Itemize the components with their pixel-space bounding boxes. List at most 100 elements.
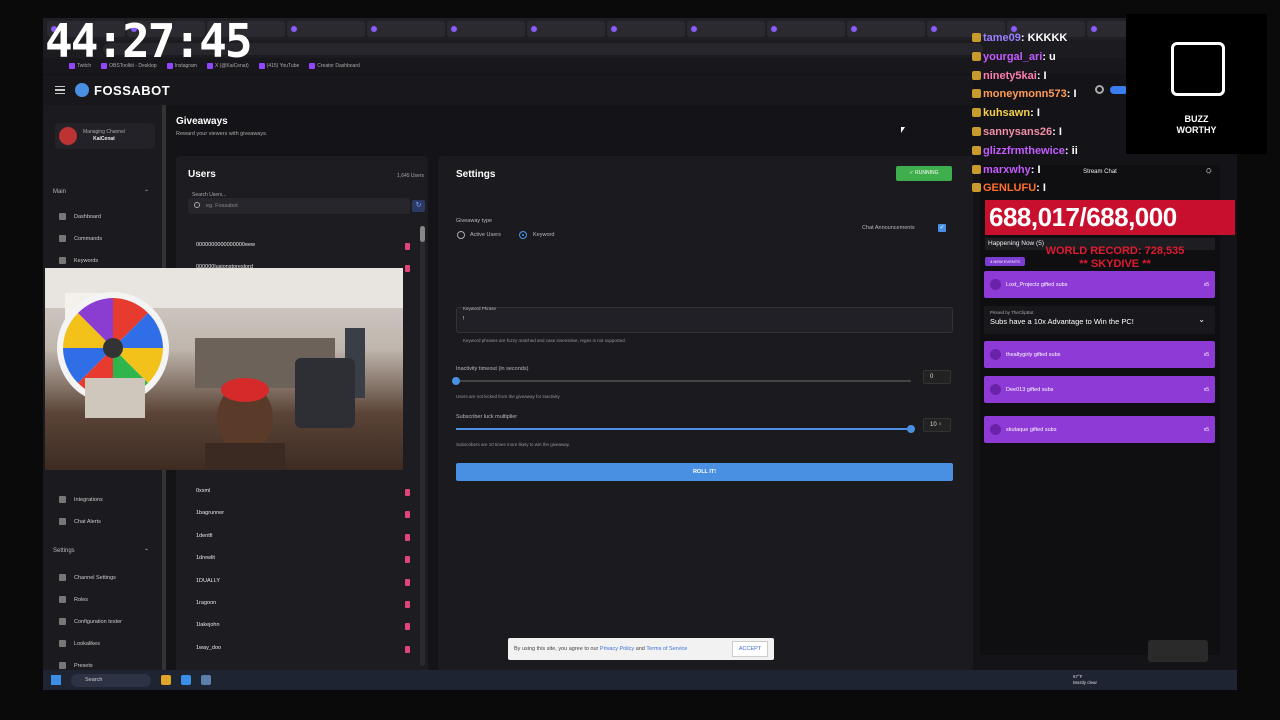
inactivity-slider-knob[interactable]: [452, 377, 460, 385]
chevron-up-icon: ⌃: [143, 190, 149, 196]
refresh-button[interactable]: ↻: [412, 200, 425, 212]
inactivity-slider[interactable]: [452, 377, 911, 385]
radio-active-users[interactable]: [457, 231, 465, 239]
chat-text: I: [1037, 163, 1041, 176]
chat-username[interactable]: tame09: [983, 32, 1021, 44]
sidebar-item-chat-alerts[interactable]: Chat Alerts: [59, 518, 101, 525]
gift-notification[interactable]: Dee013 gifted subs x5: [984, 376, 1215, 403]
luck-input[interactable]: 10 ×: [923, 418, 951, 432]
taskbar-search[interactable]: Search: [71, 673, 151, 687]
user-row[interactable]: 1dentfi: [196, 533, 416, 545]
chat-username[interactable]: marxwhy: [983, 164, 1031, 176]
user-row[interactable]: 1bagrunner: [196, 510, 416, 522]
chat-announcements-checkbox[interactable]: ✓: [938, 224, 946, 232]
chrome-icon[interactable]: [181, 675, 191, 685]
user-row[interactable]: 1way_doo: [196, 645, 416, 657]
sidebar-item-label: Keywords: [74, 257, 99, 264]
user-list-icon[interactable]: ⛭: [1206, 168, 1212, 176]
sidebar-item-configuration-tester[interactable]: Configuration tester: [59, 618, 122, 625]
delete-icon[interactable]: [405, 578, 410, 586]
fossabot-logo[interactable]: FOSSABOT: [75, 83, 170, 98]
world-record-line2: ** SKYDIVE **: [1079, 258, 1151, 270]
browser-tab[interactable]: [687, 21, 765, 37]
user-row[interactable]: 1drewlit: [196, 555, 416, 567]
weather-widget[interactable]: 67°F Mostly clear: [1073, 674, 1097, 686]
sidebar-item-dashboard[interactable]: Dashboard: [59, 213, 101, 220]
app-header: FOSSABOT: [43, 75, 973, 105]
browser-tab[interactable]: [527, 21, 605, 37]
delete-icon[interactable]: [405, 243, 410, 250]
tab-favicon-icon: [931, 26, 937, 32]
windows-start-icon[interactable]: [51, 675, 61, 685]
sidebar-item-channel-settings[interactable]: Channel Settings: [59, 574, 116, 581]
chat-text: u: [1049, 50, 1056, 63]
terms-link[interactable]: Terms of Service: [646, 646, 687, 652]
user-name: 0xxml: [196, 488, 211, 494]
delete-icon[interactable]: [405, 601, 410, 608]
user-row[interactable]: 1lakejohn: [196, 622, 416, 634]
search-input[interactable]: eg. Fossabot: [188, 198, 410, 214]
chat-username[interactable]: GENLUFU: [983, 182, 1036, 194]
luck-slider[interactable]: [456, 425, 915, 433]
delete-icon[interactable]: [405, 511, 410, 519]
user-row[interactable]: 1DUALLY: [196, 578, 416, 590]
browser-tab[interactable]: [447, 21, 525, 37]
status-label: RUNNING: [915, 170, 939, 176]
delete-icon[interactable]: [405, 533, 410, 541]
chat-username[interactable]: glizzfrmthewice: [983, 145, 1065, 157]
file-explorer-icon[interactable]: [161, 675, 171, 685]
browser-tab[interactable]: [847, 21, 925, 37]
chat-username[interactable]: ninety5kai: [983, 70, 1037, 82]
accept-button[interactable]: ACCEPT: [732, 641, 768, 657]
bookmark-item[interactable]: (415) YouTube: [258, 63, 299, 69]
sidebar-item-presets[interactable]: Presets: [59, 662, 93, 669]
bookmark-item[interactable]: Creator Dashboard: [309, 63, 360, 69]
luck-value: 10: [930, 422, 937, 428]
browser-tab[interactable]: [367, 21, 445, 37]
pinned-message[interactable]: Pinned by TheClipBot Subs have a 10x Adva…: [984, 306, 1215, 334]
gift-notification[interactable]: Lost_Projectz gifted subs x5: [984, 271, 1215, 298]
sidebar-item-integrations[interactable]: Integrations: [59, 496, 103, 503]
tab-favicon-icon: [291, 26, 297, 32]
app-icon[interactable]: [201, 675, 211, 685]
world-record: WORLD RECORD: 728,535 ** SKYDIVE **: [1020, 245, 1210, 271]
sidebar-item-keywords[interactable]: Keywords: [59, 257, 98, 264]
roll-button[interactable]: ROLL IT!: [456, 463, 953, 481]
delete-icon[interactable]: [405, 489, 410, 496]
settings-gear-icon[interactable]: [1095, 85, 1104, 94]
gift-count: x5: [1203, 281, 1209, 288]
gift-notification[interactable]: skutaque gifted subs x5: [984, 416, 1215, 443]
radio-keyword[interactable]: [519, 231, 527, 239]
clear-icon[interactable]: ×: [938, 422, 942, 428]
delete-icon[interactable]: [405, 556, 410, 564]
user-row[interactable]: 0000000000000000eew: [196, 242, 416, 254]
user-row[interactable]: 1ragoon: [196, 600, 416, 612]
browser-tab[interactable]: [287, 21, 365, 37]
delete-icon[interactable]: [405, 265, 410, 272]
inactivity-input[interactable]: 0: [923, 370, 951, 384]
channel-switcher[interactable]: Managing Channel KaiCenat: [55, 123, 155, 149]
gift-notification[interactable]: thealtygirly gifted subs x5: [984, 341, 1215, 368]
luck-slider-knob[interactable]: [907, 425, 915, 433]
user-row[interactable]: 0xxml: [196, 488, 416, 500]
delete-icon[interactable]: [405, 623, 410, 631]
chat-username[interactable]: moneymonn573: [983, 88, 1067, 100]
browser-tab[interactable]: [767, 21, 845, 37]
avatar: [59, 127, 77, 145]
sidebar-item-roles[interactable]: Roles: [59, 596, 88, 603]
chevron-down-icon[interactable]: ⌄: [1198, 314, 1205, 326]
gift-icon: [990, 279, 1001, 290]
menu-icon[interactable]: [55, 86, 65, 94]
sidebar-item-lookalikes[interactable]: Lookalikes: [59, 640, 100, 647]
section-main[interactable]: Main ⌃: [53, 189, 149, 196]
chat-username[interactable]: yourgal_ari: [983, 51, 1042, 63]
chat-username[interactable]: sannysans26: [983, 126, 1052, 138]
delete-icon[interactable]: [405, 645, 410, 653]
users-scrollbar[interactable]: [420, 226, 425, 666]
sidebar-item-commands[interactable]: Commands: [59, 235, 102, 242]
chat-username[interactable]: kuhsawn: [983, 107, 1030, 119]
section-settings[interactable]: Settings ⌃: [53, 548, 149, 555]
privacy-link[interactable]: Privacy Policy: [600, 646, 634, 652]
keyword-field[interactable]: [456, 307, 953, 333]
browser-tab[interactable]: [607, 21, 685, 37]
